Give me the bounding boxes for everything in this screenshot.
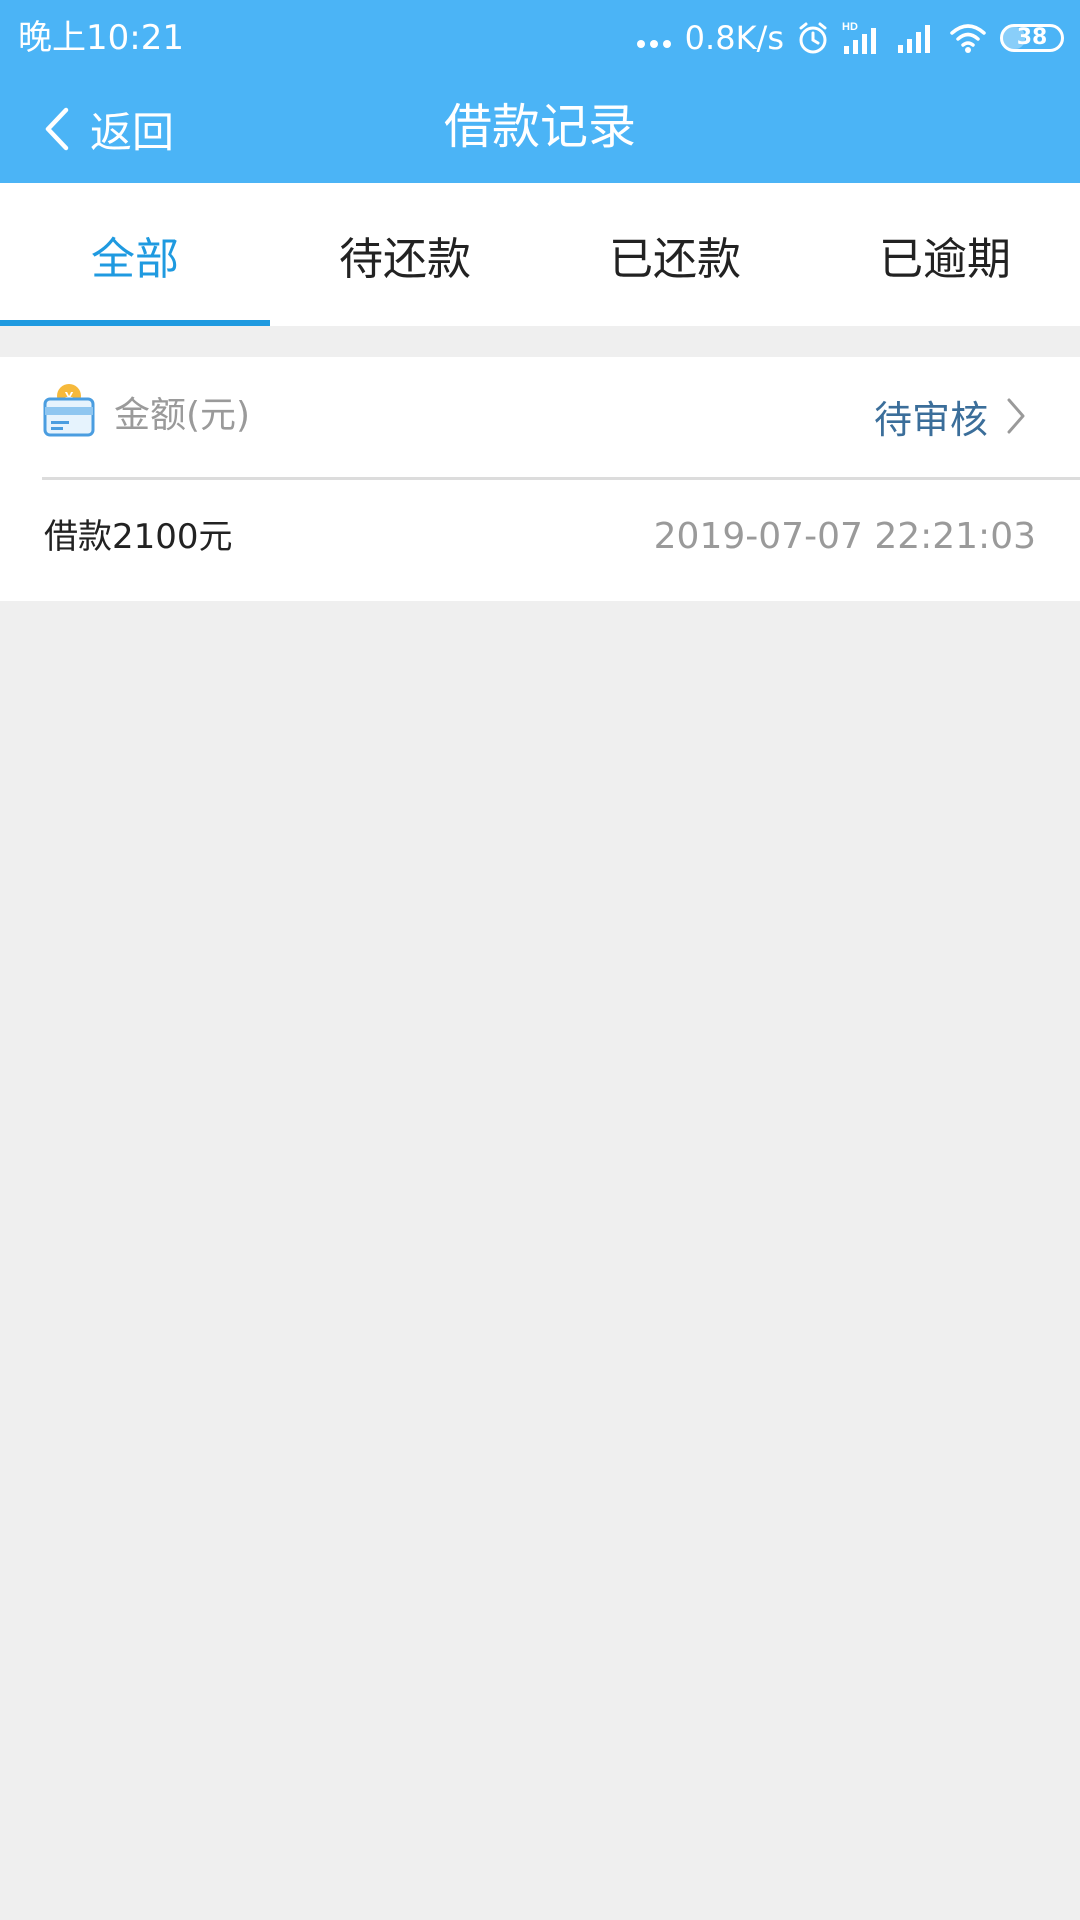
amount-label: 金额(元) <box>114 395 251 436</box>
record-title: 借款2100元 <box>44 517 233 557</box>
tab-label: 已逾期 <box>879 233 1011 285</box>
loan-record-card[interactable]: ¥ 金额(元) 待审核 借款2100元 2019-07-07 22:21:03 <box>0 357 1080 601</box>
tab-label: 全部 <box>91 233 179 285</box>
net-speed: 0.8K/s <box>684 19 784 57</box>
status-icons: 0.8K/s HD 38 <box>636 16 1064 60</box>
record-row[interactable]: 借款2100元 2019-07-07 22:21:03 <box>0 480 1080 601</box>
wallet-card-icon: ¥ <box>42 383 96 443</box>
record-time: 2019-07-07 22:21:03 <box>653 516 1036 557</box>
status-time: 晚上10:21 <box>18 18 184 58</box>
tab-bar: 全部 待还款 已还款 已逾期 <box>0 183 1080 326</box>
record-status-link[interactable]: 待审核 <box>874 389 1026 443</box>
tab-label: 已还款 <box>609 233 741 285</box>
chevron-right-icon <box>1006 397 1026 435</box>
status-bar: 晚上10:21 0.8K/s HD 38 <box>0 0 1080 76</box>
alarm-icon <box>796 21 830 55</box>
wifi-icon <box>948 21 988 55</box>
signal-icon <box>896 21 936 55</box>
record-status: 待审核 <box>873 397 988 442</box>
page-title: 借款记录 <box>443 99 636 155</box>
app-header: 晚上10:21 0.8K/s HD 38 返回 借款记录 <box>0 0 1080 183</box>
tab-overdue[interactable]: 已逾期 <box>810 183 1080 326</box>
tab-repaid[interactable]: 已还款 <box>540 183 810 326</box>
record-header: ¥ 金额(元) 待审核 <box>0 357 1080 477</box>
tab-pending-repayment[interactable]: 待还款 <box>270 183 540 326</box>
battery-level: 38 <box>1016 25 1048 50</box>
tab-all[interactable]: 全部 <box>0 183 270 326</box>
battery-icon: 38 <box>1000 24 1064 52</box>
svg-text:HD: HD <box>842 21 858 33</box>
nav-bar: 返回 借款记录 <box>0 76 1080 183</box>
tab-label: 待还款 <box>339 233 471 285</box>
dots-icon <box>636 28 671 48</box>
active-tab-indicator <box>0 320 270 326</box>
hd-signal-icon: HD <box>842 20 884 56</box>
